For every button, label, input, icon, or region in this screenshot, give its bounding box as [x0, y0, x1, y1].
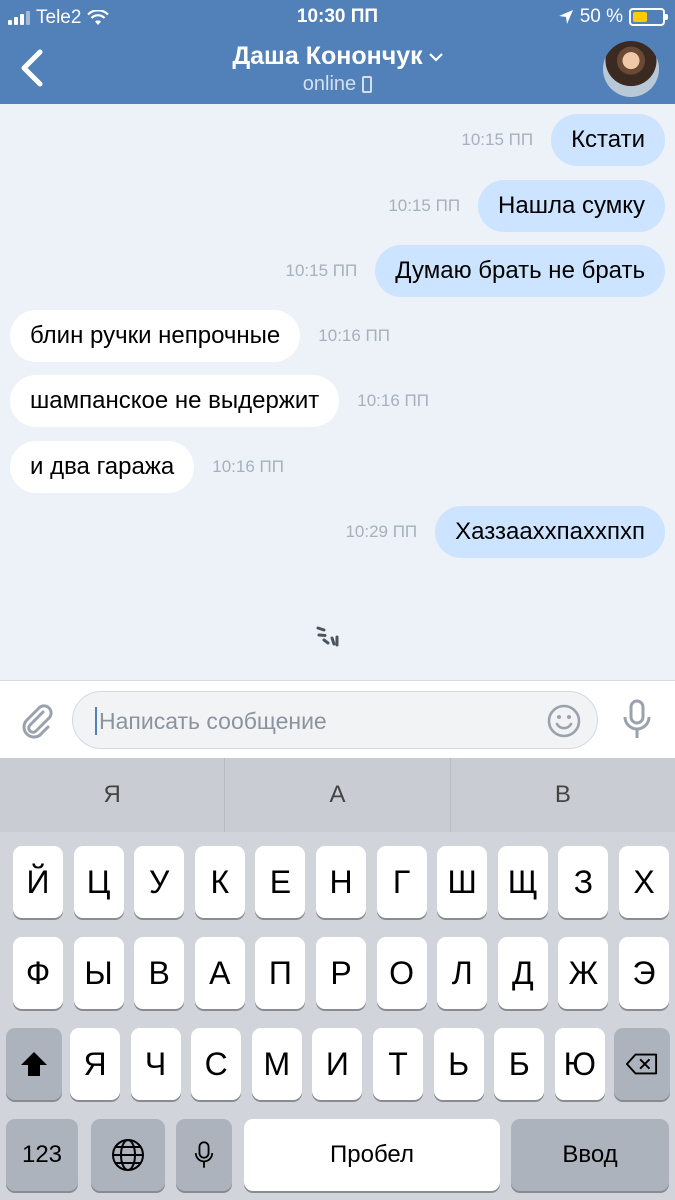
message-timestamp: 10:15 ПП: [388, 196, 461, 215]
microphone-icon[interactable]: [621, 699, 653, 741]
paperclip-icon[interactable]: [18, 701, 56, 739]
globe-key[interactable]: [91, 1119, 165, 1191]
battery-icon: [629, 8, 668, 26]
key-letter[interactable]: Р: [316, 937, 366, 1009]
suggestion-bar: ЯАВ: [0, 758, 675, 832]
loading-spinner-icon: [316, 626, 339, 647]
outgoing-message-bubble[interactable]: Думаю брать не брать: [375, 245, 665, 297]
key-letter[interactable]: К: [194, 846, 245, 918]
key-letter[interactable]: Л: [437, 937, 488, 1009]
location-arrow-icon: [558, 10, 573, 24]
conversation-title[interactable]: Даша Конончук online: [0, 42, 675, 96]
message-row: блин ручки непрочные 10:16 ПП: [10, 310, 390, 362]
status-bar: Tele2 10:30 ПП 50 %: [0, 0, 675, 36]
message-input-placeholder: Написать сообщение: [99, 708, 327, 734]
key-letter[interactable]: У: [134, 846, 185, 918]
key-letter[interactable]: Б: [494, 1028, 545, 1100]
incoming-message-bubble[interactable]: шампанское не выдержит: [10, 375, 340, 427]
message-row: 10:15 ПП Думаю брать не брать: [285, 245, 665, 297]
message-input[interactable]: Написать сообщение: [72, 691, 598, 749]
key-letter[interactable]: Е: [255, 846, 306, 918]
key-letter[interactable]: Г: [376, 846, 427, 918]
message-row: и два гаража 10:16 ПП: [10, 441, 284, 493]
key-letter[interactable]: Ш: [437, 846, 488, 918]
dictation-key[interactable]: [176, 1119, 232, 1191]
key-letter[interactable]: Я: [70, 1028, 120, 1100]
shift-arrow-icon: [21, 1052, 47, 1076]
backspace-key[interactable]: [614, 1028, 670, 1100]
suggestion-item[interactable]: В: [451, 758, 675, 832]
key-letter[interactable]: Н: [316, 846, 366, 918]
mobile-phone-icon: [362, 76, 373, 93]
outgoing-message-bubble[interactable]: Нашла сумку: [478, 180, 665, 232]
message-timestamp: 10:15 ПП: [285, 261, 358, 280]
key-letter[interactable]: Д: [497, 937, 548, 1009]
text-caret: [95, 707, 97, 735]
key-letter[interactable]: Ч: [130, 1028, 181, 1100]
message-timestamp: 10:29 ПП: [345, 522, 418, 541]
message-row: 10:15 ПП Кстати: [461, 114, 665, 166]
message-row: шампанское не выдержит 10:16 ПП: [10, 375, 429, 427]
avatar[interactable]: [603, 41, 659, 97]
key-letter[interactable]: Э: [619, 937, 669, 1009]
message-list: 10:15 ПП Кстати 10:15 ПП Нашла сумку 10:15 П…: [0, 104, 675, 680]
keyboard: ЯАВ 123 Пробел Ввод ЙЦУКЕНГШЩЗХФЫВ А П Р…: [0, 758, 675, 1200]
key-letter[interactable]: Й: [13, 846, 63, 918]
suggestion-item[interactable]: А: [225, 758, 451, 832]
space-key[interactable]: Пробел: [244, 1119, 500, 1191]
key-letter[interactable]: А: [194, 937, 245, 1009]
presence-status: online: [302, 73, 357, 95]
key-letter[interactable]: З: [558, 846, 609, 918]
message-row: 10:15 ПП Нашла сумку: [388, 180, 665, 232]
outgoing-message-bubble[interactable]: Кстати: [551, 114, 665, 166]
key-letter[interactable]: Т: [373, 1028, 423, 1100]
key-letter[interactable]: Ы: [73, 937, 124, 1009]
microphone-icon: [194, 1141, 214, 1168]
key-letter[interactable]: Ц: [73, 846, 124, 918]
key-letter[interactable]: Ю: [554, 1028, 605, 1100]
contact-name: Даша Конончук: [232, 42, 423, 70]
key-letter[interactable]: Ф: [13, 937, 63, 1009]
return-key[interactable]: Ввод: [511, 1119, 669, 1191]
chevron-down-icon: [428, 52, 443, 62]
outgoing-message-bubble[interactable]: Хаззааххпаххпхп: [435, 506, 665, 558]
backspace-icon: [626, 1053, 658, 1075]
message-row: 10:29 ПП Хаззааххпаххпхп: [345, 506, 665, 558]
incoming-message-bubble[interactable]: и два гаража: [10, 441, 195, 493]
suggestion-item[interactable]: Я: [0, 758, 226, 832]
numbers-key[interactable]: 123: [6, 1119, 78, 1191]
key-letter[interactable]: Щ: [497, 846, 548, 918]
key-letter[interactable]: В: [134, 937, 185, 1009]
message-composer: Написать сообщение: [0, 680, 675, 758]
key-letter[interactable]: Ж: [558, 937, 609, 1009]
key-letter[interactable]: О: [376, 937, 427, 1009]
message-timestamp: 10:16 ПП: [318, 326, 390, 345]
key-letter[interactable]: П: [255, 937, 306, 1009]
header: Tele2 10:30 ПП 50 % Даша Конончук online: [0, 0, 675, 104]
shift-key[interactable]: [6, 1028, 62, 1100]
message-timestamp: 10:16 ПП: [212, 457, 284, 476]
battery-fill: [633, 12, 647, 22]
globe-icon: [112, 1139, 144, 1171]
key-letter[interactable]: Х: [619, 846, 669, 918]
key-letter[interactable]: Ь: [433, 1028, 484, 1100]
space-key-label: Пробел: [330, 1141, 414, 1168]
message-timestamp: 10:16 ПП: [357, 391, 429, 410]
key-letter[interactable]: С: [191, 1028, 242, 1100]
return-key-label: Ввод: [562, 1141, 618, 1168]
incoming-message-bubble[interactable]: блин ручки непрочные: [10, 310, 301, 362]
key-letter[interactable]: М: [251, 1028, 302, 1100]
numbers-key-label: 123: [21, 1141, 63, 1168]
battery-percent: 50 %: [579, 6, 623, 27]
message-timestamp: 10:15 ПП: [461, 130, 534, 149]
emoji-icon[interactable]: [547, 704, 581, 738]
key-letter[interactable]: И: [312, 1028, 363, 1100]
